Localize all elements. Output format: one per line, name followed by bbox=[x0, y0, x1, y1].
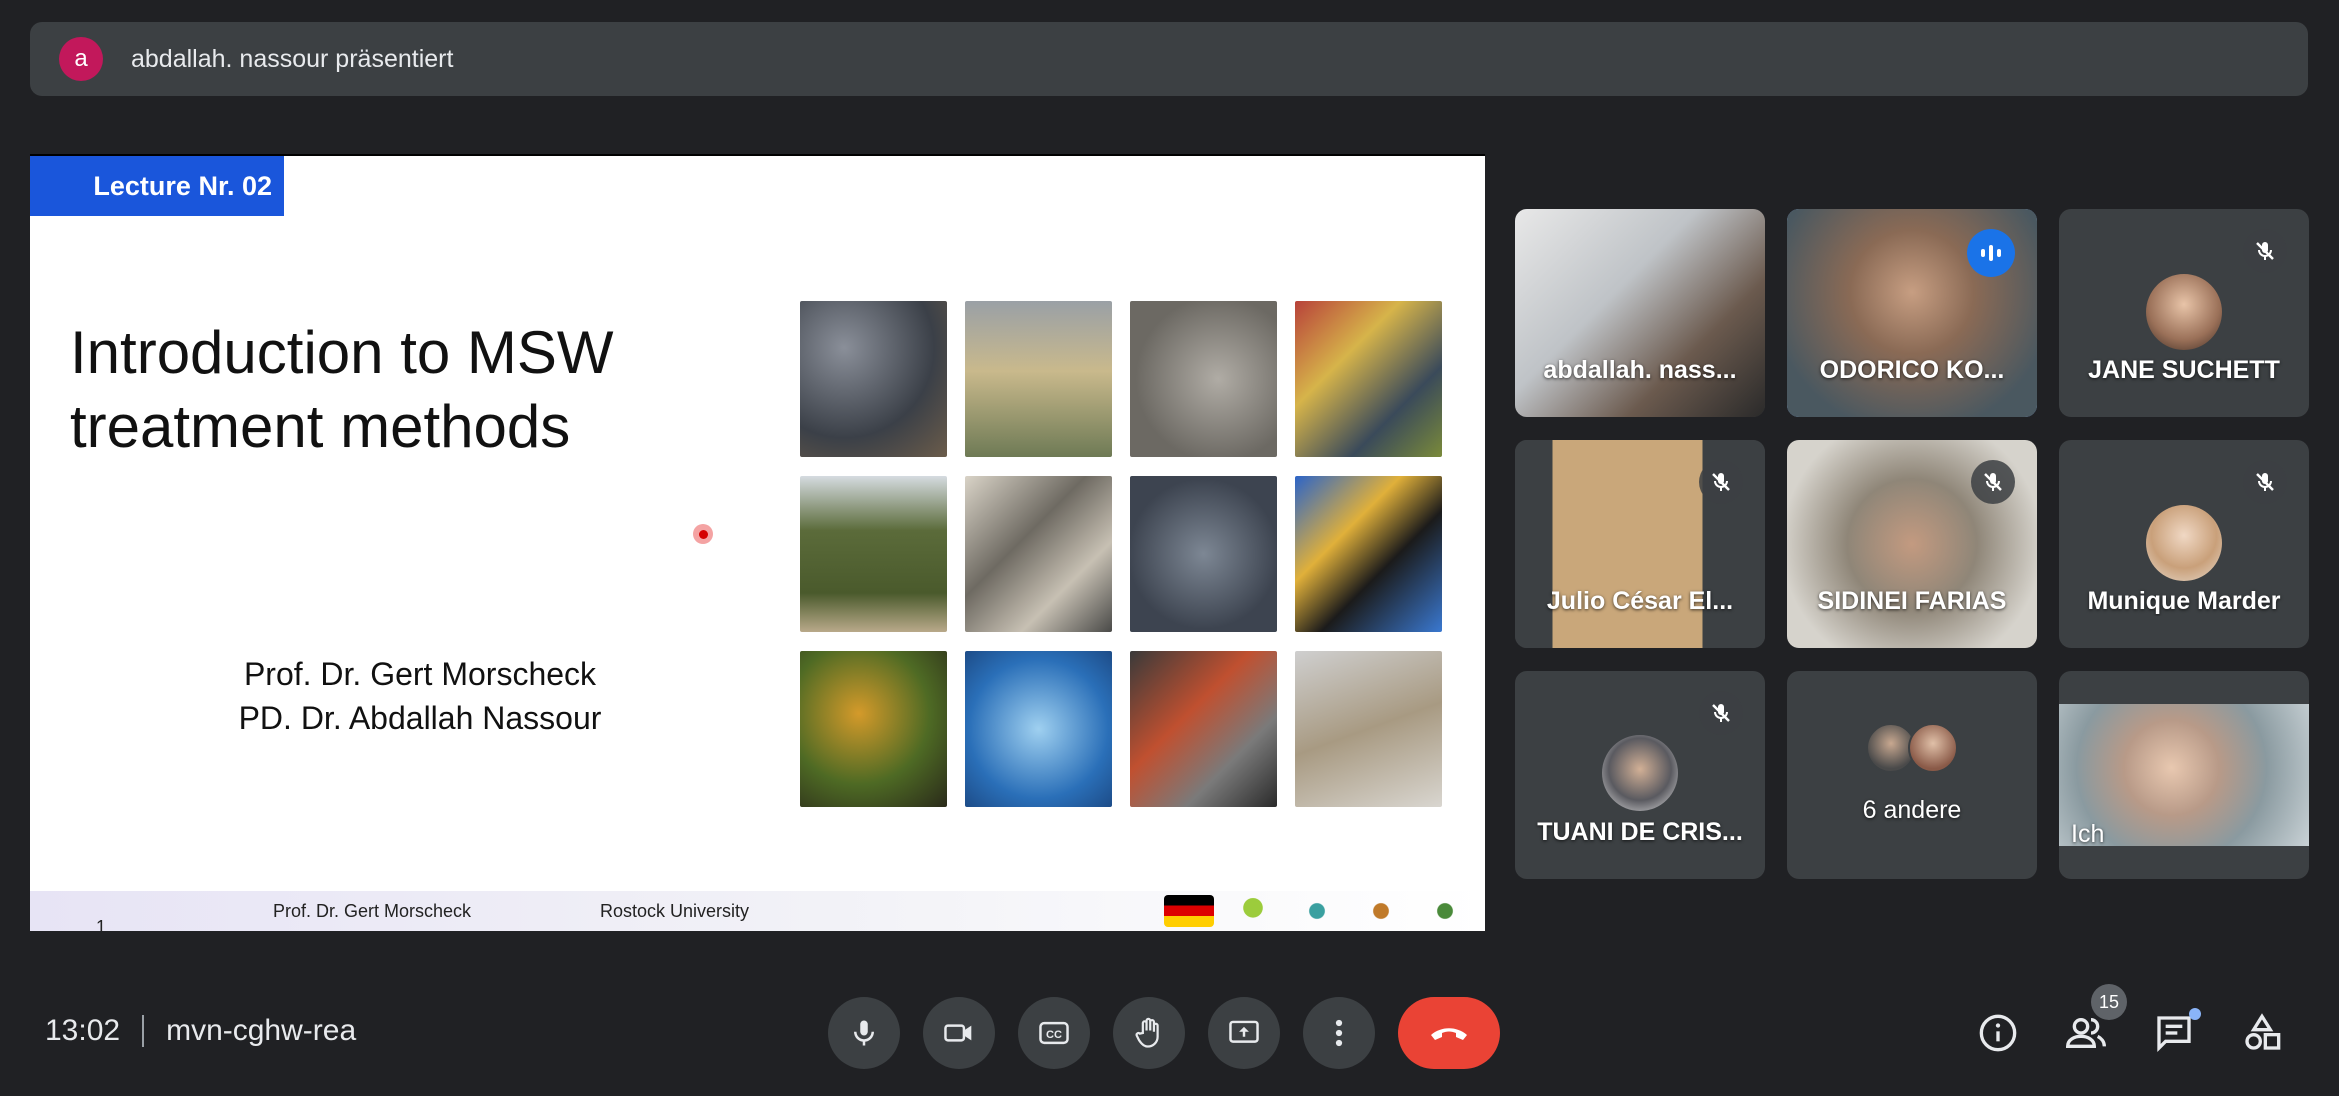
call-controls: CC bbox=[828, 997, 1500, 1069]
self-name: Ich bbox=[2071, 820, 2105, 848]
presenter-avatar: a bbox=[59, 37, 103, 81]
participant-name: SIDINEI FARIAS bbox=[1817, 587, 2007, 615]
info-icon bbox=[1979, 1014, 2017, 1052]
participant-name: Munique Marder bbox=[2087, 587, 2281, 615]
more-vertical-icon bbox=[1335, 1019, 1343, 1047]
participant-tile[interactable]: TUANI DE CRIS... bbox=[1515, 671, 1765, 879]
chat-button[interactable] bbox=[2151, 1008, 2201, 1056]
more-options-button[interactable] bbox=[1303, 997, 1375, 1069]
slide-footer: 1 Prof. Dr. Gert Morscheck Rostock Unive… bbox=[30, 891, 1485, 931]
waste-photo bbox=[800, 301, 947, 457]
raise-hand-button[interactable] bbox=[1113, 997, 1185, 1069]
captions-icon: CC bbox=[1039, 1021, 1069, 1045]
self-view-tile[interactable]: Ich bbox=[2059, 671, 2309, 879]
end-call-icon bbox=[1431, 1028, 1467, 1040]
waste-photo bbox=[800, 476, 947, 632]
waste-photo bbox=[965, 476, 1112, 632]
side-panel-controls: 15 bbox=[1975, 984, 2285, 1056]
people-count-badge: 15 bbox=[2091, 984, 2127, 1020]
participant-tile[interactable]: abdallah. nass... bbox=[1515, 209, 1765, 417]
participant-name: Julio César El... bbox=[1546, 587, 1734, 615]
waste-photo bbox=[1295, 476, 1442, 632]
footer-university: Rostock University bbox=[600, 901, 750, 921]
waste-photo bbox=[965, 651, 1112, 807]
svg-text:CC: CC bbox=[1046, 1029, 1062, 1041]
footer-author: Prof. Dr. Gert Morscheck bbox=[273, 901, 472, 921]
people-button[interactable]: 15 bbox=[2063, 984, 2127, 1056]
participant-name: TUANI DE CRIS... bbox=[1537, 818, 1743, 846]
participant-avatar bbox=[1602, 735, 1678, 811]
camera-icon bbox=[944, 1024, 972, 1042]
chat-notification-dot bbox=[2189, 1008, 2201, 1020]
participant-tile[interactable]: JANE SUCHETT bbox=[2059, 209, 2309, 417]
lecture-label: Lecture Nr. 02 bbox=[30, 156, 284, 216]
waste-photo bbox=[800, 651, 947, 807]
present-button[interactable] bbox=[1208, 997, 1280, 1069]
partner-logo bbox=[1356, 895, 1406, 927]
participant-tile[interactable]: Julio César El... bbox=[1515, 440, 1765, 648]
waste-photo bbox=[1130, 651, 1277, 807]
waste-photo bbox=[1295, 301, 1442, 457]
participant-video bbox=[1515, 209, 1765, 417]
waste-photo bbox=[965, 301, 1112, 457]
camera-button[interactable] bbox=[923, 997, 995, 1069]
participant-name: abdallah. nass... bbox=[1543, 356, 1737, 384]
slide-title: Introduction to MSW treatment methods bbox=[70, 316, 810, 464]
microphone-icon bbox=[854, 1020, 874, 1046]
prevent-logo bbox=[1228, 895, 1278, 927]
other-participants-tile[interactable]: 6 andere bbox=[1787, 671, 2037, 879]
microphone-button[interactable] bbox=[828, 997, 900, 1069]
people-icon bbox=[2065, 1017, 2106, 1048]
hand-icon bbox=[1135, 1017, 1159, 1048]
waste-photo bbox=[1130, 476, 1277, 632]
mic-off-icon bbox=[1971, 460, 2015, 504]
participant-name: ODORICO KO... bbox=[1819, 356, 2005, 384]
mic-off-icon bbox=[2243, 460, 2287, 504]
participant-avatar bbox=[1908, 723, 1958, 773]
leave-call-button[interactable] bbox=[1398, 997, 1500, 1069]
slide-author-1: Prof. Dr. Gert Morscheck bbox=[243, 656, 597, 692]
partner-logo bbox=[1292, 895, 1342, 927]
meeting-details-button[interactable] bbox=[1975, 1010, 2021, 1056]
participant-avatar bbox=[2146, 505, 2222, 581]
other-participants-count: 6 andere bbox=[1862, 796, 1962, 824]
presenting-banner: a abdallah. nassour präsentiert bbox=[30, 22, 2308, 96]
participant-name: JANE SUCHETT bbox=[2088, 356, 2280, 384]
waste-photo-grid bbox=[800, 301, 1445, 807]
speaking-indicator-icon bbox=[1967, 229, 2015, 277]
partner-logo bbox=[1420, 895, 1470, 927]
meeting-info: 13:02 mvn-cghw-rea bbox=[45, 1014, 356, 1048]
partner-logos bbox=[1164, 895, 1470, 927]
meeting-time: 13:02 bbox=[45, 1014, 121, 1047]
laser-pointer bbox=[693, 524, 713, 544]
meeting-code: mvn-cghw-rea bbox=[166, 1014, 357, 1047]
shared-screen: Lecture Nr. 02 Introduction to MSW treat… bbox=[30, 154, 1485, 931]
present-screen-icon bbox=[1229, 1020, 1259, 1043]
slide-title-line2: treatment methods bbox=[70, 393, 571, 460]
mic-off-icon bbox=[1699, 691, 1743, 735]
slide-title-line1: Introduction to MSW bbox=[70, 319, 614, 386]
participant-avatar bbox=[2146, 274, 2222, 350]
flag-logo bbox=[1164, 895, 1214, 927]
presenting-text: abdallah. nassour präsentiert bbox=[131, 44, 454, 73]
waste-photo bbox=[1295, 651, 1442, 807]
waste-photo bbox=[1130, 301, 1277, 457]
activities-icon bbox=[2245, 1013, 2281, 1050]
participant-tile[interactable]: ODORICO KO... bbox=[1787, 209, 2037, 417]
participant-tile[interactable]: SIDINEI FARIAS bbox=[1787, 440, 2037, 648]
mic-off-icon bbox=[2243, 229, 2287, 273]
captions-button[interactable]: CC bbox=[1018, 997, 1090, 1069]
mic-off-icon bbox=[1699, 460, 1743, 504]
slide-author-2: PD. Dr. Abdallah Nassour bbox=[238, 700, 602, 736]
slide-authors: Prof. Dr. Gert Morscheck PD. Dr. Abdalla… bbox=[170, 652, 670, 740]
chat-icon bbox=[2157, 1016, 2191, 1053]
divider bbox=[142, 1015, 145, 1047]
activities-button[interactable] bbox=[2239, 1010, 2285, 1056]
other-participants-avatars bbox=[1866, 723, 1958, 773]
participant-tile[interactable]: Munique Marder bbox=[2059, 440, 2309, 648]
slide-page-number: 1 bbox=[96, 917, 107, 931]
